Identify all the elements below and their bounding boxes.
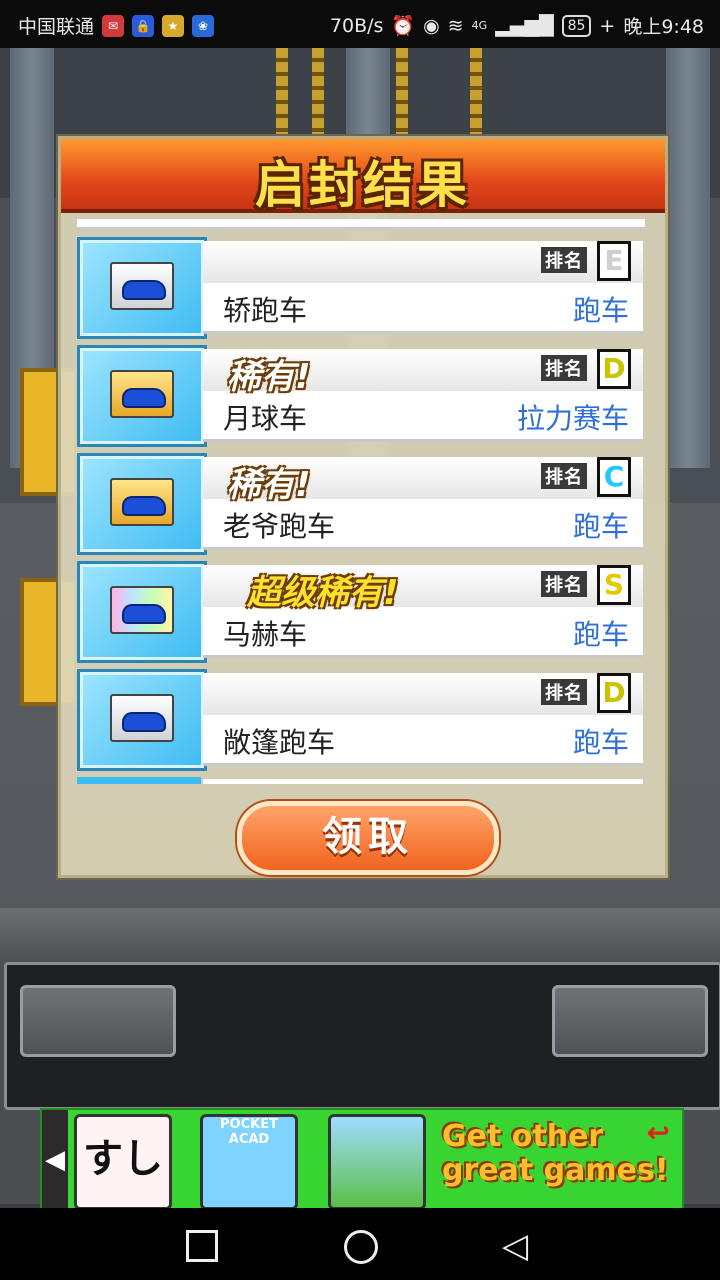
ad-cta-line2: great games! [442, 1153, 669, 1188]
rarity-label: 稀有! [227, 357, 311, 397]
recents-button[interactable] [186, 1230, 218, 1262]
dialog-header: 启封结果 [61, 139, 665, 214]
claim-button[interactable]: 领取 [237, 801, 499, 875]
item-name: 敞篷跑车 [223, 726, 336, 759]
left-panel-button[interactable] [20, 985, 176, 1057]
result-list[interactable]: 排名 E 轿跑车 跑车 稀有! 排名 D 月球车 拉力赛车 稀有! 排名 C 老… [77, 219, 647, 784]
car-icon [122, 712, 166, 732]
rank-label: 排名 [541, 247, 587, 273]
rarity-label: 稀有! [227, 465, 311, 505]
ad-prev-arrow-icon[interactable]: ◀ [42, 1110, 68, 1210]
grade-badge: E [597, 241, 631, 281]
eye-icon: ◉ [423, 14, 440, 37]
item-type: 跑车 [572, 294, 629, 327]
home-button[interactable] [344, 1230, 378, 1264]
item-thumbnail [77, 453, 207, 555]
item-type: 跑车 [572, 726, 629, 759]
navigation-bar: ◁ [0, 1208, 720, 1280]
grade-badge: C [597, 457, 631, 497]
ad-cta-line1: Get other [442, 1119, 604, 1154]
item-name: 轿跑车 [223, 294, 308, 327]
item-type: 跑车 [572, 510, 629, 543]
rarity-label: 超级稀有! [247, 573, 399, 613]
ad-game-pocket-academy[interactable]: POCKET ACAD [200, 1114, 298, 1210]
status-bar: 中国联通 ✉ 🔒 ★ ❀ 70B/s ⏰ ◉ ≋ 4G ▂▄▆█ 85 + 晚上… [0, 0, 720, 48]
car-icon [122, 496, 166, 516]
item-name: 月球车 [223, 402, 308, 435]
list-item[interactable]: 排名 D 敞篷跑车 跑车 [77, 669, 645, 771]
ad-banner[interactable]: ◀ すし POCKET ACAD Get other great games! … [40, 1108, 684, 1212]
list-item[interactable]: 超级稀有! 排名 S 马赫车 跑车 [77, 561, 645, 663]
list-item-partial [77, 777, 201, 784]
unseal-result-dialog: 启封结果 排名 E 轿跑车 跑车 稀有! 排名 D 月球车 拉力赛车 稀有! 排… [58, 136, 668, 878]
square-icon [186, 1230, 218, 1262]
alarm-icon: ⏰ [391, 15, 416, 37]
wifi-icon: ≋ [447, 14, 464, 37]
kit-box-icon [110, 586, 174, 634]
item-thumbnail [77, 669, 207, 771]
right-panel-button[interactable] [552, 985, 708, 1057]
item-type: 拉力赛车 [516, 402, 629, 435]
item-thumbnail [77, 345, 207, 447]
item-name: 老爷跑车 [223, 510, 336, 543]
back-button[interactable]: ◁ [502, 1226, 528, 1266]
ad-game-pocket-academy-label: POCKET ACAD [220, 1117, 278, 1147]
network-type: 4G [471, 19, 488, 32]
ad-game-sushi[interactable]: すし [74, 1114, 172, 1210]
net-speed: 70B/s [329, 14, 384, 37]
rank-label: 排名 [541, 679, 587, 705]
grade-badge: D [597, 349, 631, 389]
grade-badge: D [597, 673, 631, 713]
rank-label: 排名 [541, 463, 587, 489]
item-thumbnail [77, 237, 207, 339]
rank-label: 排名 [541, 571, 587, 597]
item-name: 马赫车 [223, 618, 308, 651]
rank-label: 排名 [541, 355, 587, 381]
item-thumbnail [77, 561, 207, 663]
list-item[interactable]: 排名 E 轿跑车 跑车 [77, 237, 645, 339]
car-icon [122, 604, 166, 624]
list-item-partial [203, 779, 643, 784]
triangle-back-icon: ◁ [502, 1226, 529, 1266]
kit-box-icon [110, 370, 174, 418]
circle-icon [344, 1230, 378, 1264]
grade-badge: S [597, 565, 631, 605]
kit-box-icon [110, 262, 174, 310]
battery-indicator: 85 [561, 14, 592, 37]
charging-icon: + [599, 14, 616, 37]
ad-return-icon: ↩ [646, 1116, 670, 1149]
background-pillar [666, 48, 710, 468]
ad-cta[interactable]: Get other great games! [442, 1120, 672, 1188]
kit-box-icon [110, 694, 174, 742]
paw-notification-icon: ❀ [192, 14, 215, 37]
car-icon [122, 388, 166, 408]
kit-box-icon [110, 478, 174, 526]
app-notification-icon: ✉ [102, 14, 125, 37]
carrier-label: 中国联通 [18, 16, 95, 38]
star-notification-icon: ★ [162, 14, 185, 37]
dialog-title: 启封结果 [255, 156, 471, 214]
list-item[interactable]: 稀有! 排名 D 月球车 拉力赛车 [77, 345, 645, 447]
list-item[interactable]: 稀有! 排名 C 老爷跑车 跑车 [77, 453, 645, 555]
signal-icon: ▂▄▆█ [495, 14, 554, 37]
clock: 晚上9:48 [623, 16, 704, 38]
ad-game-castle[interactable] [328, 1114, 426, 1210]
list-item-partial [77, 219, 645, 230]
item-type: 跑车 [572, 618, 629, 651]
lock-notification-icon: 🔒 [132, 14, 155, 37]
car-icon [122, 280, 166, 300]
